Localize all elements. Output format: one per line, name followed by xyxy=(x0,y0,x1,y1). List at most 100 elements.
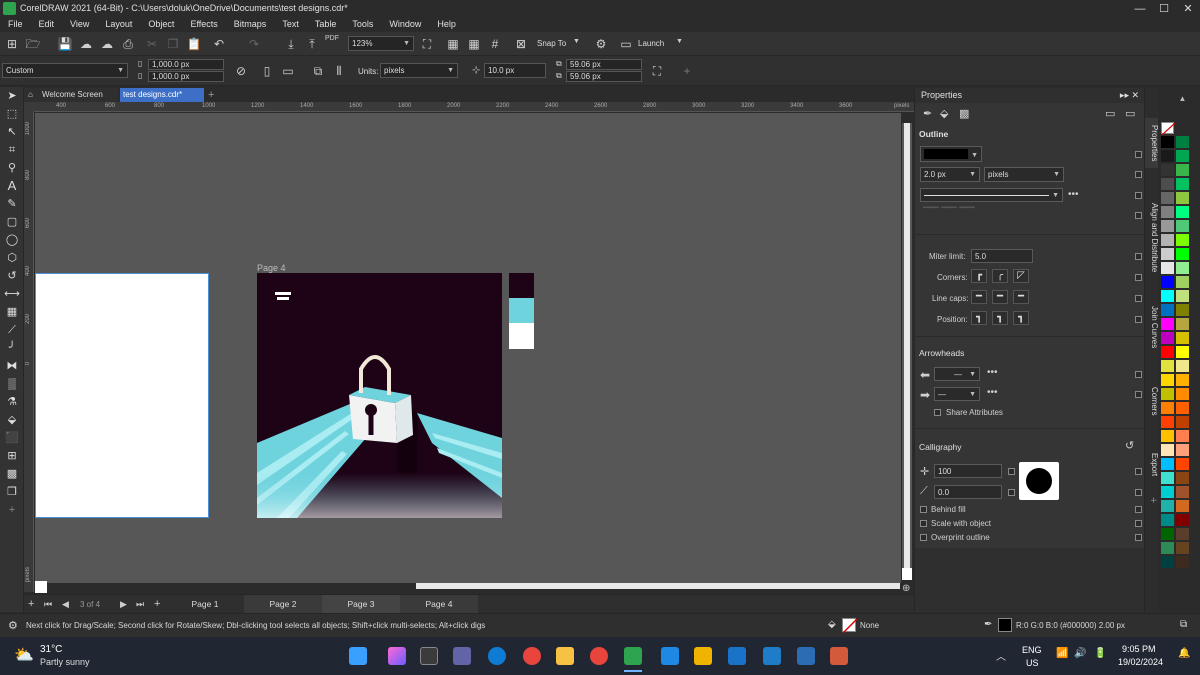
wifi-icon[interactable]: 📶 xyxy=(1056,648,1068,659)
chrome-icon[interactable] xyxy=(523,647,541,665)
palette-swatch[interactable] xyxy=(1176,234,1189,246)
all-pages-icon[interactable]: ⧉ xyxy=(309,62,327,80)
panel-checkbox[interactable] xyxy=(1135,151,1142,158)
weather-icon[interactable]: ⛅ xyxy=(14,645,34,665)
panel-checkbox[interactable] xyxy=(1008,489,1015,496)
ellipse-tool-icon[interactable]: ◯ xyxy=(0,231,24,249)
palette-swatch[interactable] xyxy=(1176,150,1189,162)
palette-swatch[interactable] xyxy=(1161,444,1174,456)
panel-option-icon[interactable]: ▭ xyxy=(1105,107,1115,120)
palette-swatch[interactable] xyxy=(1176,290,1189,302)
edge-icon[interactable] xyxy=(488,647,506,665)
palette-swatch[interactable] xyxy=(1176,164,1189,176)
maximize-button[interactable]: ☐ xyxy=(1152,0,1176,18)
scroll-thumb[interactable] xyxy=(416,583,900,589)
palette-swatch[interactable] xyxy=(1161,416,1174,428)
horizontal-scrollbar[interactable] xyxy=(416,581,900,591)
panel-option-icon[interactable]: ▭ xyxy=(1125,107,1135,120)
palette-swatch[interactable] xyxy=(1176,388,1189,400)
outline-pen-icon[interactable]: ✒ xyxy=(984,619,992,630)
outline-pen-icon[interactable]: ✒ xyxy=(923,107,932,120)
page-shadow-icon[interactable]: ❐ xyxy=(0,483,24,501)
palette-swatch[interactable] xyxy=(1176,360,1189,372)
palette-swatch[interactable] xyxy=(1161,318,1174,330)
add-toolbar-icon[interactable]: + xyxy=(678,62,696,80)
behind-fill-checkbox[interactable] xyxy=(920,506,927,513)
treat-as-filled-icon[interactable]: ⛶ xyxy=(648,62,666,80)
more-options-icon[interactable]: ••• xyxy=(1068,189,1079,200)
show-rulers-icon[interactable]: ▦ xyxy=(444,35,462,53)
freehand-pick-icon[interactable]: ⬚ xyxy=(0,105,24,123)
duplicate-y-input[interactable]: 59.06 px xyxy=(566,71,642,82)
add-page-after-icon[interactable]: + xyxy=(154,598,160,610)
ruler-origin[interactable] xyxy=(24,102,34,112)
shape-tool-icon[interactable]: ↖ xyxy=(0,123,24,141)
horizontal-ruler[interactable]: 400 600 800 1000 1200 1400 1600 1800 200… xyxy=(34,102,914,112)
blend-tool-icon[interactable]: ⧓ xyxy=(0,357,24,375)
page-tab-2[interactable]: Page 2 xyxy=(244,595,322,613)
battery-icon[interactable]: 🔋 xyxy=(1094,648,1106,659)
options-gear-icon[interactable]: ⚙ xyxy=(592,35,610,53)
store-icon[interactable] xyxy=(728,647,746,665)
page-tab-3[interactable]: Page 3 xyxy=(322,595,400,613)
panel-checkbox[interactable] xyxy=(1135,520,1142,527)
line-style-select[interactable]: ▼ xyxy=(920,188,1063,202)
menu-window[interactable]: Window xyxy=(381,18,429,31)
undo-icon[interactable]: ↶ xyxy=(210,35,228,53)
palette-swatch[interactable] xyxy=(1161,262,1174,274)
docker-tab-corners[interactable]: Corners xyxy=(1145,384,1159,418)
navigator-icon[interactable]: ⊕ xyxy=(902,583,910,594)
palette-swatch[interactable] xyxy=(1161,514,1174,526)
palette-swatch[interactable] xyxy=(1161,290,1174,302)
palette-swatch[interactable] xyxy=(1176,374,1189,386)
palette-swatch[interactable] xyxy=(1161,556,1174,568)
fill-bucket-icon[interactable]: ⬙ xyxy=(940,107,948,120)
panel-checkbox[interactable] xyxy=(1008,468,1015,475)
units-select[interactable]: pixels ▼ xyxy=(380,63,458,78)
reset-icon[interactable]: ↺ xyxy=(1125,439,1134,452)
menu-text[interactable]: Text xyxy=(274,18,307,31)
menu-help[interactable]: Help xyxy=(429,18,464,31)
show-guidelines-icon[interactable]: # xyxy=(486,35,504,53)
mail-icon[interactable] xyxy=(763,647,781,665)
palette-swatch[interactable] xyxy=(1176,486,1189,498)
palette-swatch[interactable] xyxy=(1161,276,1174,288)
page-tab-1[interactable]: Page 1 xyxy=(166,595,244,613)
palette-swatch[interactable] xyxy=(1161,388,1174,400)
page-4-artwork[interactable] xyxy=(257,273,502,518)
palette-swatch[interactable] xyxy=(1161,234,1174,246)
cloud-upload-icon[interactable]: ☁ xyxy=(77,35,95,53)
media-player-icon[interactable] xyxy=(830,647,848,665)
miter-limit-input[interactable]: 5.0 xyxy=(971,249,1033,263)
teams-chat-icon[interactable] xyxy=(453,647,471,665)
collapse-panel-icon[interactable]: ▸▸ ✕ xyxy=(1120,88,1139,103)
more-options-icon[interactable]: ••• xyxy=(987,367,998,378)
menu-table[interactable]: Table xyxy=(307,18,345,31)
task-view-icon[interactable] xyxy=(420,647,438,665)
docker-tab-export[interactable]: Export xyxy=(1145,450,1159,480)
interactive-fill-icon[interactable]: ⬙ xyxy=(0,411,24,429)
clock-time[interactable]: 9:05 PM xyxy=(1122,644,1156,654)
menu-object[interactable]: Object xyxy=(140,18,182,31)
palette-swatch[interactable] xyxy=(1161,360,1174,372)
snap-off-icon[interactable]: ⊠ xyxy=(512,35,530,53)
launch-icon[interactable]: ▭ xyxy=(617,35,635,53)
table-tool-icon[interactable]: ▦ xyxy=(0,303,24,321)
connector-tool-icon[interactable]: ╯ xyxy=(0,339,24,357)
palette-swatch[interactable] xyxy=(1176,178,1189,190)
outline-color-picker[interactable]: ▼ xyxy=(920,146,982,162)
last-page-icon[interactable]: ⏭ xyxy=(136,599,144,610)
edit-fill-icon[interactable]: ⧉ xyxy=(1180,619,1187,630)
panel-checkbox[interactable] xyxy=(1135,506,1142,513)
tab-welcome-screen[interactable]: ⌂ Welcome Screen xyxy=(24,88,118,102)
lock-ratio-icon[interactable]: ⊘ xyxy=(232,62,250,80)
page-height-input[interactable]: 1,000.0 px xyxy=(148,71,224,82)
round-corner-icon[interactable]: ╭ xyxy=(992,269,1008,283)
outside-position-icon[interactable]: ┓ xyxy=(971,311,987,325)
palette-swatch[interactable] xyxy=(1161,248,1174,260)
palette-swatch[interactable] xyxy=(1161,374,1174,386)
add-page-before-icon[interactable]: + xyxy=(28,598,34,610)
palette-swatch[interactable] xyxy=(1176,514,1189,526)
full-screen-preview-icon[interactable]: ⛶ xyxy=(418,35,436,53)
current-page-icon[interactable]: ⫴ xyxy=(330,62,348,80)
